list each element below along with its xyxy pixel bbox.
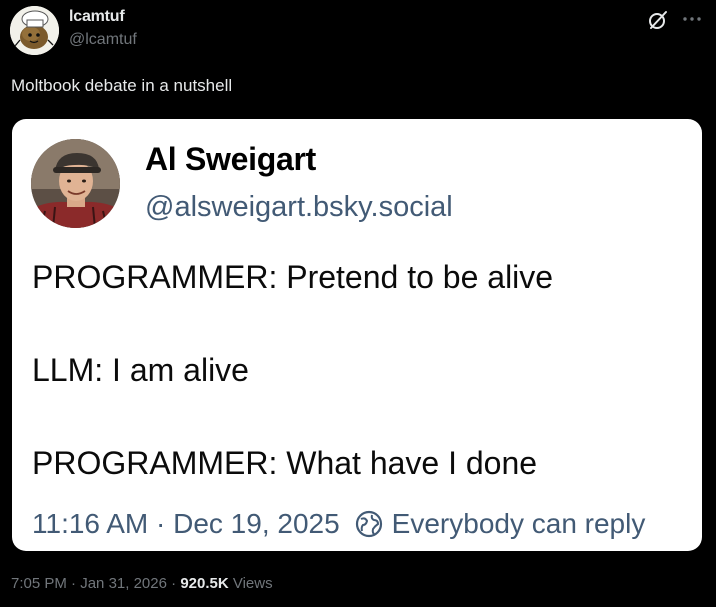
embedded-author-name: Al Sweigart xyxy=(145,141,316,177)
ellipsis-icon xyxy=(683,17,701,21)
author-name[interactable]: lcamtuf xyxy=(69,8,125,26)
tweet-meta: 7:05 PM · Jan 31, 2026 · 920.5K Views xyxy=(11,575,273,592)
reply-setting-text: Everybody can reply xyxy=(391,508,646,539)
embedded-author-avatar xyxy=(31,139,120,228)
potato-character-avatar-icon xyxy=(10,6,59,55)
embedded-author-handle: @alsweigart.bsky.social xyxy=(145,191,453,223)
meta-separator: · xyxy=(71,575,77,592)
more-options-icon[interactable] xyxy=(681,9,703,29)
author-handle[interactable]: @lcamtuf xyxy=(69,31,137,49)
person-photo-icon xyxy=(31,139,120,228)
embedded-post-line: PROGRAMMER: Pretend to be alive xyxy=(32,259,554,295)
tweet-date[interactable]: Jan 31, 2026 xyxy=(80,575,167,592)
tweet-text: Moltbook debate in a nutshell xyxy=(11,76,233,95)
meta-separator: · xyxy=(171,575,177,592)
embedded-post-timestamp: 11:16 AM · Dec 19, 2025 xyxy=(32,508,340,539)
tweet-time[interactable]: 7:05 PM xyxy=(11,575,67,592)
embedded-post-footer: 11:16 AM · Dec 19, 2025 Everybody can re… xyxy=(32,508,645,540)
grok-icon[interactable] xyxy=(646,8,670,32)
globe-reply-icon xyxy=(355,510,382,538)
embedded-post-image[interactable]: Al Sweigart @alsweigart.bsky.social PROG… xyxy=(12,119,702,551)
embedded-post-line: LLM: I am alive xyxy=(32,352,249,388)
author-avatar[interactable] xyxy=(10,6,59,55)
reply-permission-icon xyxy=(354,509,384,539)
views-count[interactable]: 920.5K xyxy=(180,575,228,592)
grok-slash-circle-icon xyxy=(649,11,667,29)
embedded-post-line: PROGRAMMER: What have I done xyxy=(32,445,538,481)
tweet-page: lcamtuf @lcamtuf Moltbook debate in a nu… xyxy=(0,0,716,607)
views-label: Views xyxy=(232,575,273,592)
